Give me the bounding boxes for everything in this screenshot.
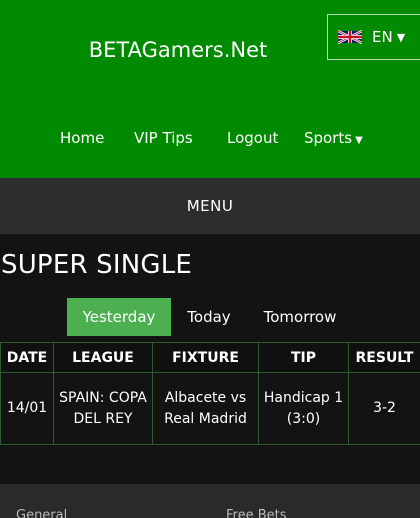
tab-tomorrow[interactable]: Tomorrow (252, 298, 348, 336)
column-header-fixture: FIXTURE (152, 342, 259, 373)
nav-sports-label: Sports (304, 129, 353, 147)
table-header-row: DATE LEAGUE FIXTURE TIP RESULT (0, 342, 420, 373)
tab-yesterday[interactable]: Yesterday (67, 298, 171, 336)
column-header-tip: TIP (258, 342, 349, 373)
table-row: 14/01 SPAIN: COPA DEL REY Albacete vs Re… (0, 372, 420, 445)
cell-date: 14/01 (0, 372, 54, 445)
day-tabs: Yesterday Today Tomorrow (0, 298, 420, 336)
main-nav: Home VIP Tips Logout Sports ▼ (0, 127, 420, 153)
cell-league: SPAIN: COPA DEL REY (53, 372, 153, 445)
column-header-result: RESULT (348, 342, 420, 373)
column-header-date: DATE (0, 342, 54, 373)
nav-home[interactable]: Home (60, 129, 104, 147)
nav-vip-tips[interactable]: VIP Tips (134, 129, 193, 147)
main-content: SUPER SINGLE Yesterday Today Tomorrow DA… (0, 234, 420, 484)
language-selector[interactable]: EN ▼ (327, 14, 420, 60)
uk-flag-icon (338, 29, 362, 45)
site-logo[interactable]: BETAGamers.Net (0, 38, 356, 62)
chevron-down-icon: ▼ (355, 135, 363, 146)
chevron-down-icon: ▼ (396, 30, 406, 44)
cell-fixture: Albacete vs Real Madrid (152, 372, 259, 445)
tips-table: DATE LEAGUE FIXTURE TIP RESULT 14/01 SPA… (0, 342, 420, 445)
site-footer: General Free Bets (0, 484, 420, 518)
page-title: SUPER SINGLE (1, 250, 193, 280)
column-header-league: LEAGUE (53, 342, 153, 373)
cell-result: 3-2 (348, 372, 420, 445)
tab-today[interactable]: Today (176, 298, 242, 336)
language-code: EN (372, 28, 393, 46)
cell-tip: Handicap 1 (3:0) (258, 372, 349, 445)
menu-toggle[interactable]: MENU (0, 178, 420, 234)
nav-logout[interactable]: Logout (227, 129, 278, 147)
footer-link-general[interactable]: General (16, 508, 67, 518)
site-header: BETAGamers.Net EN ▼ Home VIP Tips Logout… (0, 0, 420, 178)
nav-sports-dropdown[interactable]: Sports ▼ (304, 129, 363, 147)
footer-link-free-bets[interactable]: Free Bets (226, 508, 287, 518)
